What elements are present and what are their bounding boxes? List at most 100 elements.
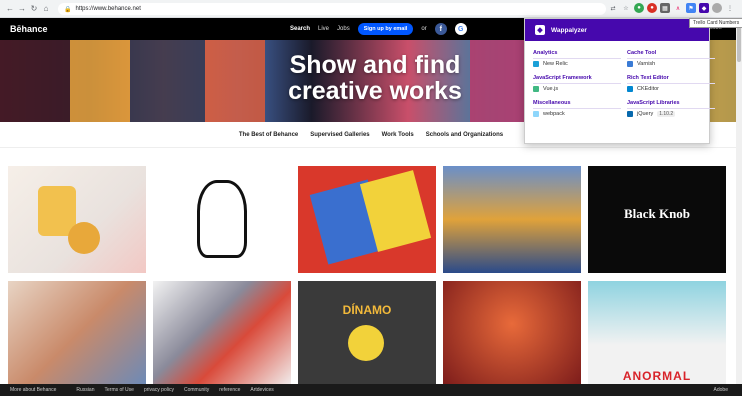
hero-line-1: Show and find <box>289 51 461 79</box>
tech-category[interactable]: Rich Text Editor <box>627 75 715 84</box>
tech-item[interactable]: webpack <box>533 111 621 117</box>
category-schools[interactable]: Schools and Organizations <box>426 132 503 138</box>
tech-name: Vue.js <box>543 86 559 92</box>
tech-name: New Relic <box>543 61 568 67</box>
project-card[interactable] <box>8 166 146 273</box>
nav-live[interactable]: Live <box>318 26 329 32</box>
tech-name: Varnish <box>637 61 656 67</box>
wappalyzer-title: Wappalyzer <box>551 26 587 34</box>
tech-category[interactable]: Cache Tool <box>627 50 715 59</box>
newrelic-icon <box>533 61 539 67</box>
project-grid: Black Knob DÍNAMO ANORMAL <box>8 166 730 388</box>
wappalyzer-popup: ◆ Wappalyzer Analytics New Relic JavaScr… <box>524 18 715 144</box>
project-card[interactable] <box>153 281 291 388</box>
jquery-icon <box>627 111 633 117</box>
footer-terms[interactable]: Terms of Use <box>105 387 134 393</box>
hero-line-2: creative works <box>288 77 462 105</box>
tech-category[interactable]: JavaScript Libraries <box>627 100 715 109</box>
url-text: https://www.behance.net <box>75 6 141 12</box>
tech-item[interactable]: jQuery 1.10.2 <box>627 111 715 117</box>
facebook-icon[interactable]: f <box>434 23 447 35</box>
footer-community[interactable]: Community <box>184 387 209 393</box>
nav-jobs[interactable]: Jobs <box>337 26 350 32</box>
extension-blue-icon[interactable]: ⚑ <box>686 3 696 13</box>
webpack-icon <box>533 111 539 117</box>
reload-icon[interactable]: ↻ <box>28 2 40 16</box>
extension-green-icon[interactable]: ● <box>634 3 644 13</box>
jar-shape <box>68 222 100 254</box>
card-title: ANORMAL <box>622 369 692 383</box>
wappalyzer-logo-icon: ◆ <box>535 25 545 35</box>
illustration-figure <box>197 180 247 258</box>
profile-avatar[interactable] <box>712 3 722 13</box>
scroll-thumb[interactable] <box>737 22 741 62</box>
version-badge: 1.10.2 <box>657 111 676 117</box>
tech-category[interactable]: Analytics <box>533 50 621 59</box>
project-card[interactable] <box>443 281 581 388</box>
translate-icon[interactable]: ⇄ <box>608 3 618 13</box>
site-footer: More about Behance Russian Terms of Use … <box>0 384 742 396</box>
tech-category[interactable]: Miscellaneous <box>533 100 621 109</box>
home-icon[interactable]: ⌂ <box>40 2 52 16</box>
behance-logo[interactable]: Bēhance <box>10 24 48 34</box>
forward-icon[interactable]: → <box>16 2 28 16</box>
footer-privacy[interactable]: privacy policy <box>144 387 174 393</box>
category-galleries[interactable]: Supervised Galleries <box>310 132 369 138</box>
nav-search[interactable]: Search <box>290 26 310 32</box>
tech-name: jQuery <box>637 111 654 117</box>
hero-tile <box>205 40 265 122</box>
address-bar[interactable]: 🔒 https://www.behance.net <box>58 3 606 15</box>
project-card[interactable]: DÍNAMO <box>298 281 436 388</box>
varnish-icon <box>627 61 633 67</box>
project-card[interactable]: ANORMAL <box>588 281 726 388</box>
menu-dots-icon[interactable]: ⋮ <box>725 3 735 13</box>
extension-pink-icon[interactable]: ∧ <box>673 3 683 13</box>
or-text: or <box>421 26 427 32</box>
hero-tile <box>130 40 205 122</box>
vuejs-icon <box>533 86 539 92</box>
tech-column-left: Analytics New Relic JavaScript Framework… <box>533 47 621 117</box>
tech-name: CKEditor <box>637 86 660 92</box>
wappalyzer-header: ◆ Wappalyzer <box>525 19 709 41</box>
extensions-bar: ⇄ ☆ ● ● ▦ ∧ ⚑ ◆ ⋮ <box>608 3 735 13</box>
project-card[interactable]: Black Knob <box>588 166 726 273</box>
wappalyzer-icon[interactable]: ◆ <box>699 3 709 13</box>
trello-icon[interactable]: ▦ <box>660 3 670 13</box>
lock-icon: 🔒 <box>64 6 72 13</box>
signup-email-button[interactable]: Sign up by email <box>357 23 414 35</box>
footer-adobe[interactable]: Adobe <box>714 387 728 393</box>
tech-item[interactable]: CKEditor <box>627 86 715 92</box>
footer-more[interactable]: More about Behance <box>10 387 56 393</box>
category-tools[interactable]: Work Tools <box>382 132 414 138</box>
page-scrollbar[interactable] <box>736 18 742 384</box>
hero-title: Show and find creative works <box>270 52 480 104</box>
category-best[interactable]: The Best of Behance <box>239 132 298 138</box>
project-card[interactable] <box>443 166 581 273</box>
back-icon[interactable]: ← <box>4 2 16 16</box>
tech-column-right: Cache Tool Varnish Rich Text Editor CKEd… <box>627 47 715 117</box>
tech-category[interactable]: JavaScript Framework <box>533 75 621 84</box>
smiley-shape <box>348 325 384 361</box>
card-title: Black Knob <box>623 206 691 221</box>
tech-item[interactable]: New Relic <box>533 61 621 67</box>
tech-item[interactable]: Varnish <box>627 61 715 67</box>
footer-reference[interactable]: reference <box>219 387 240 393</box>
project-card[interactable] <box>153 166 291 273</box>
project-card[interactable] <box>298 166 436 273</box>
extension-red-icon[interactable]: ● <box>647 3 657 13</box>
header-nav: Search Live Jobs Sign up by email or f G <box>290 23 467 35</box>
star-icon[interactable]: ☆ <box>621 3 631 13</box>
tech-name: webpack <box>543 111 565 117</box>
hero-tile <box>0 40 70 122</box>
project-card[interactable] <box>8 281 146 388</box>
tech-item[interactable]: Vue.js <box>533 86 621 92</box>
google-icon[interactable]: G <box>454 23 467 35</box>
tech-columns: Analytics New Relic JavaScript Framework… <box>525 41 715 117</box>
footer-language[interactable]: Russian <box>76 387 94 393</box>
extension-tooltip: Trello Card Numbers <box>689 18 742 28</box>
footer-artdevices[interactable]: Artdevices <box>250 387 273 393</box>
browser-toolbar: ← → ↻ ⌂ 🔒 https://www.behance.net ⇄ ☆ ● … <box>0 0 742 18</box>
card-title: DÍNAMO <box>342 303 392 317</box>
hero-tile <box>70 40 130 122</box>
ckeditor-icon <box>627 86 633 92</box>
